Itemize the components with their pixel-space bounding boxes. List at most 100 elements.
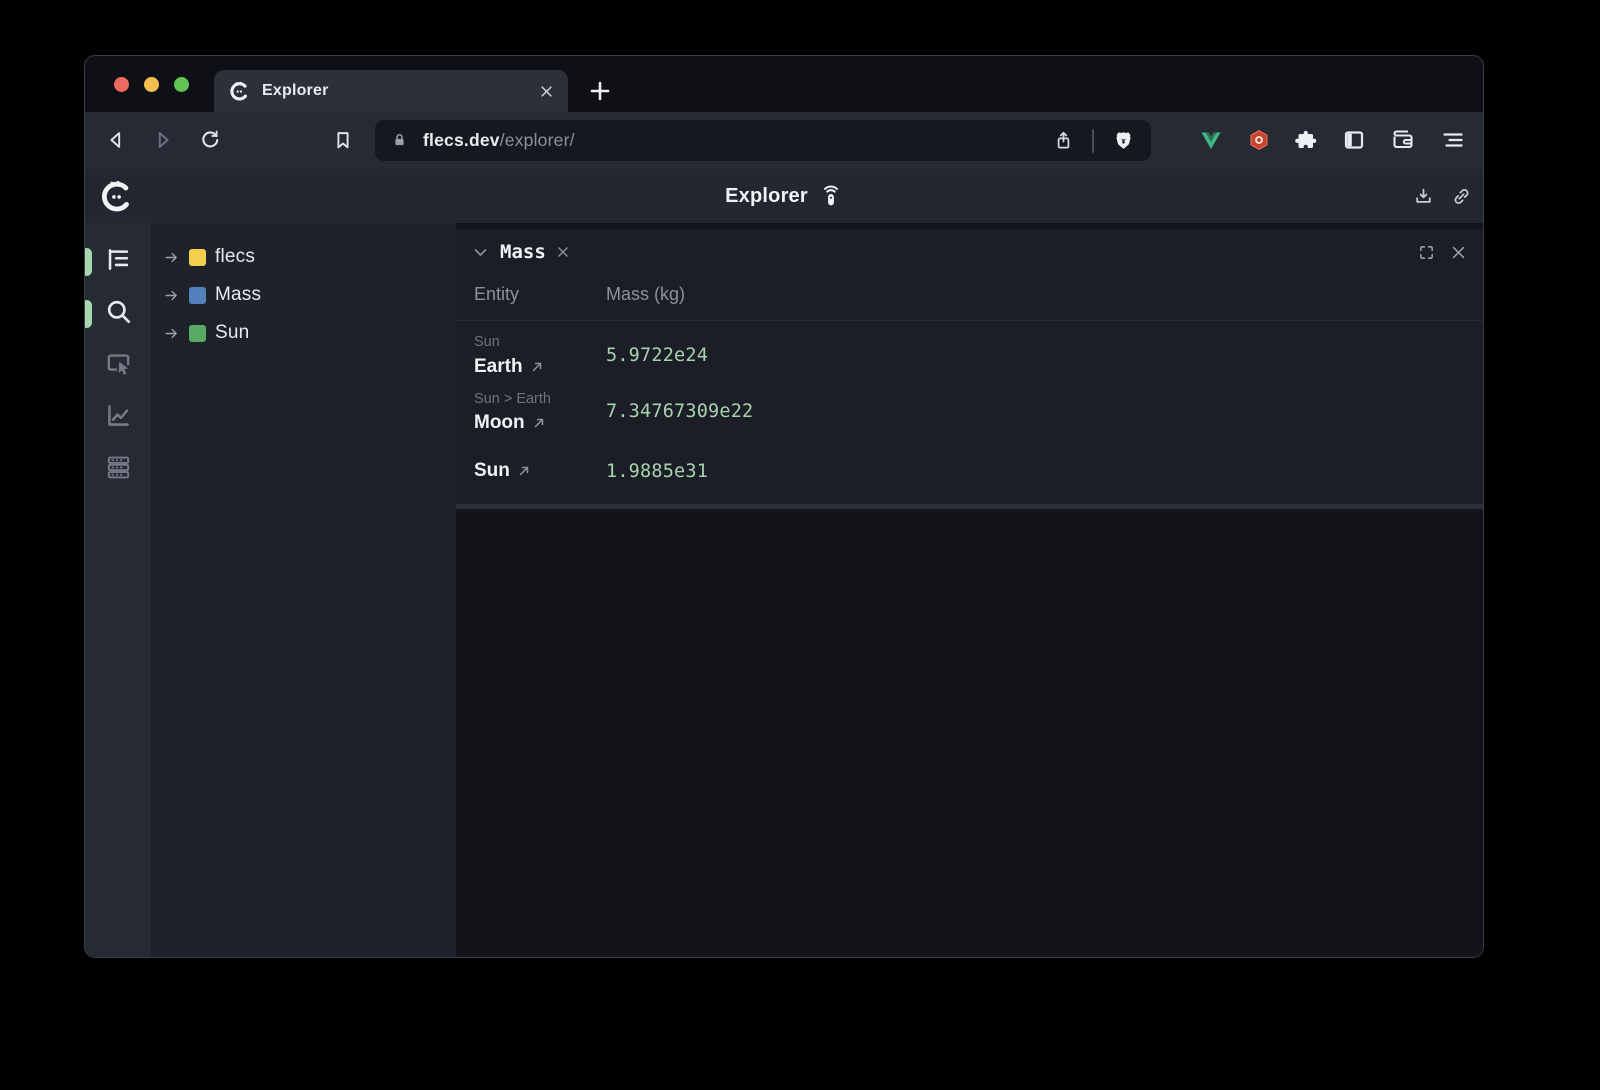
share-button[interactable] xyxy=(1051,129,1075,153)
entity-name: Earth xyxy=(474,356,523,378)
zoom-window-button[interactable] xyxy=(174,77,189,92)
tree-item-label[interactable]: flecs xyxy=(215,246,255,268)
table-row: Sun 1.9885e31 xyxy=(456,460,1483,482)
lock-icon xyxy=(391,132,408,149)
reload-button[interactable] xyxy=(196,126,224,154)
browser-menu-button[interactable] xyxy=(1439,126,1467,154)
panel-close-icon[interactable] xyxy=(1450,244,1467,261)
entity-link[interactable]: Earth xyxy=(474,356,606,378)
close-window-button[interactable] xyxy=(114,77,129,92)
icon-rail xyxy=(85,223,151,957)
flecs-logo-icon[interactable] xyxy=(98,178,134,214)
vue-devtools-icon xyxy=(1199,128,1223,152)
tree-item-sun[interactable]: Sun xyxy=(163,314,456,352)
forward-button[interactable] xyxy=(149,126,177,154)
url-domain: flecs.dev xyxy=(423,130,500,150)
inspector-icon xyxy=(104,349,133,378)
expand-arrow-icon[interactable] xyxy=(163,325,180,342)
side-panel-button[interactable] xyxy=(1340,126,1368,154)
table-header: Entity Mass (kg) xyxy=(456,275,1483,321)
expand-arrow-icon[interactable] xyxy=(163,249,180,266)
tree-item-label[interactable]: Mass xyxy=(215,284,261,306)
tab-strip: Explorer xyxy=(85,56,1483,112)
mass-value: 7.34767309e22 xyxy=(606,390,753,435)
new-tab-button[interactable] xyxy=(588,79,612,103)
table-row: Sun Earth 5.9722e24 xyxy=(456,333,1483,378)
link-icon xyxy=(1451,186,1472,207)
stats-icon xyxy=(104,453,133,482)
wallet-icon xyxy=(1391,128,1415,152)
back-button[interactable] xyxy=(102,126,130,154)
entity-link[interactable]: Sun xyxy=(474,460,606,482)
open-entity-icon[interactable] xyxy=(517,464,531,478)
hexagon-extension-button[interactable] xyxy=(1245,126,1273,154)
rail-search-button[interactable] xyxy=(103,296,134,327)
side-panel-icon xyxy=(1342,128,1366,152)
entity-color-swatch xyxy=(189,287,206,304)
mass-value: 1.9885e31 xyxy=(606,460,708,482)
brave-shield-icon xyxy=(1113,130,1134,151)
open-entity-icon[interactable] xyxy=(532,416,546,430)
tree-icon xyxy=(104,245,133,274)
tab-close-icon[interactable] xyxy=(539,84,554,99)
rail-stats-button[interactable] xyxy=(103,452,134,483)
entity-link[interactable]: Moon xyxy=(474,412,606,434)
extensions-button[interactable] xyxy=(1292,126,1320,154)
download-icon xyxy=(1413,186,1434,207)
query-area: Mass Entity Mass (kg) xyxy=(456,223,1483,957)
fullscreen-icon[interactable] xyxy=(1418,244,1435,261)
query-close-icon[interactable] xyxy=(556,245,570,259)
rail-inspector-button[interactable] xyxy=(103,348,134,379)
entity-parent-path: Sun xyxy=(474,333,606,353)
entity-tree-panel: flecs Mass Sun xyxy=(151,223,456,957)
remote-connected-icon[interactable] xyxy=(819,184,843,208)
forward-icon xyxy=(152,129,174,151)
brave-shield-button[interactable] xyxy=(1111,129,1135,153)
tree-panel-active-indicator xyxy=(84,248,92,276)
mass-value: 5.9722e24 xyxy=(606,333,708,378)
entity-parent-path: Sun > Earth xyxy=(474,390,606,410)
entity-color-swatch xyxy=(189,249,206,266)
entity-name: Moon xyxy=(474,412,525,434)
minimize-window-button[interactable] xyxy=(144,77,159,92)
entity-name: Sun xyxy=(474,460,510,482)
flecs-explorer-page: Explorer xyxy=(85,169,1483,957)
vue-devtools-extension-button[interactable] xyxy=(1197,126,1225,154)
address-bar[interactable]: flecs.dev/explorer/ xyxy=(375,120,1151,161)
table-row: Sun > Earth Moon 7.34767309e22 xyxy=(456,390,1483,435)
chevron-down-icon[interactable] xyxy=(472,244,489,261)
search-icon xyxy=(104,297,133,326)
tree-item-label[interactable]: Sun xyxy=(215,322,249,344)
back-icon xyxy=(105,129,127,151)
query-panel-header: Mass xyxy=(456,229,1483,275)
wallet-button[interactable] xyxy=(1389,126,1417,154)
tab-title: Explorer xyxy=(262,82,539,100)
column-header-entity: Entity xyxy=(474,284,606,305)
download-button[interactable] xyxy=(1409,182,1437,210)
flecs-favicon-icon xyxy=(228,80,250,102)
column-header-value: Mass (kg) xyxy=(606,284,685,305)
expand-arrow-icon[interactable] xyxy=(163,287,180,304)
tree-item-mass[interactable]: Mass xyxy=(163,276,456,314)
query-title[interactable]: Mass xyxy=(500,241,546,263)
divider xyxy=(1092,129,1094,153)
open-entity-icon[interactable] xyxy=(530,360,544,374)
bookmark-icon xyxy=(332,129,354,151)
entity-color-swatch xyxy=(189,325,206,342)
copy-link-button[interactable] xyxy=(1447,182,1475,210)
url-text[interactable]: flecs.dev/explorer/ xyxy=(423,130,1051,151)
puzzle-extensions-icon xyxy=(1294,128,1318,152)
page-header: Explorer xyxy=(85,169,1483,223)
url-path: /explorer/ xyxy=(500,130,575,150)
desktop-background: Explorer xyxy=(0,0,1600,1090)
traffic-lights xyxy=(114,56,189,112)
explorer-content: flecs Mass Sun xyxy=(85,223,1483,957)
mass-query-panel: Mass Entity Mass (kg) xyxy=(456,229,1483,509)
browser-tab[interactable]: Explorer xyxy=(214,70,568,112)
rail-chart-button[interactable] xyxy=(103,400,134,431)
tree-item-flecs[interactable]: flecs xyxy=(163,238,456,276)
share-icon xyxy=(1053,130,1074,151)
bookmark-button[interactable] xyxy=(329,126,357,154)
rail-tree-button[interactable] xyxy=(103,244,134,275)
hexagon-extension-icon xyxy=(1247,128,1271,152)
